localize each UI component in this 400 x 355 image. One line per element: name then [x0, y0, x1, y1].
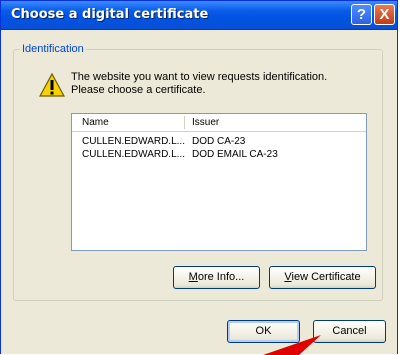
message-line-2: Please choose a certificate. — [71, 84, 206, 96]
request-message: The website you want to view requests id… — [71, 71, 327, 97]
message-line-1: The website you want to view requests id… — [71, 71, 328, 83]
list-header: Name Issuer — [72, 114, 366, 132]
view-certificate-accelerator: V — [284, 271, 292, 283]
certificate-row[interactable]: CULLEN.EDWARD.L... DOD EMAIL CA-23 — [72, 149, 366, 161]
certificate-row[interactable]: CULLEN.EDWARD.L... DOD CA-23 — [72, 136, 366, 148]
more-info-accelerator: M — [188, 271, 198, 283]
warning-icon — [39, 73, 65, 97]
title-bar[interactable]: Choose a digital certificate ? X — [1, 1, 397, 30]
column-header-name[interactable]: Name — [82, 117, 109, 128]
window-title: Choose a digital certificate — [11, 7, 209, 22]
help-icon[interactable]: ? — [351, 4, 372, 25]
certificate-issuer: DOD CA-23 — [192, 136, 246, 147]
cancel-button[interactable]: Cancel — [313, 320, 386, 343]
column-header-issuer[interactable]: Issuer — [192, 117, 219, 128]
more-info-label: ore Info... — [197, 271, 245, 283]
arrow-pointer-icon — [263, 335, 321, 355]
certificate-name: CULLEN.EDWARD.L... — [82, 149, 185, 160]
certificate-name: CULLEN.EDWARD.L... — [82, 136, 185, 147]
view-certificate-label: iew Certificate — [291, 271, 361, 283]
more-info-button[interactable]: More Info... — [173, 266, 260, 289]
certificate-list[interactable]: Name Issuer CULLEN.EDWARD.L... DOD CA-23… — [71, 113, 367, 251]
view-certificate-button[interactable]: View Certificate — [269, 266, 376, 289]
certificate-issuer: DOD EMAIL CA-23 — [192, 149, 278, 160]
group-label: Identification — [22, 43, 84, 55]
column-divider[interactable] — [184, 116, 185, 129]
certificate-dialog: Choose a digital certificate ? X Identif… — [0, 0, 398, 355]
close-icon[interactable]: X — [374, 4, 395, 25]
